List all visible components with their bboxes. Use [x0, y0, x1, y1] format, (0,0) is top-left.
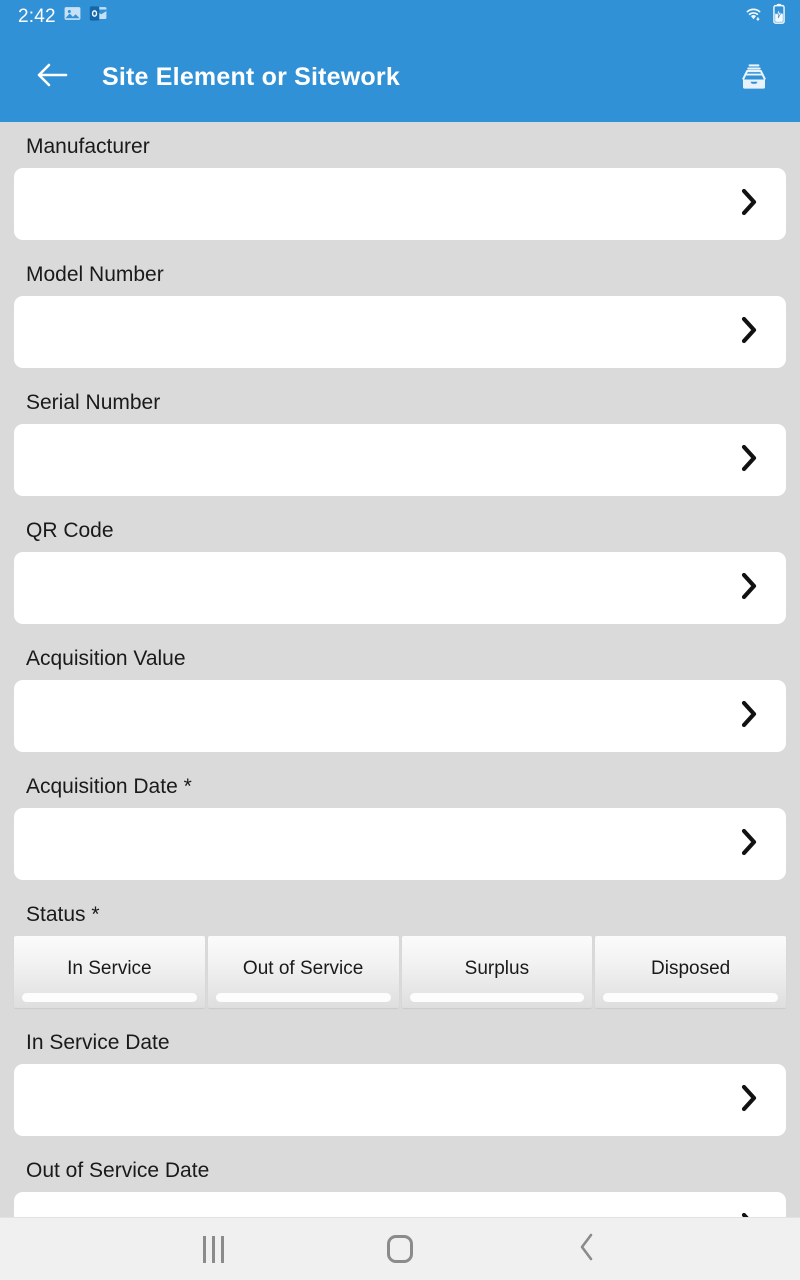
chevron-right-icon	[738, 826, 760, 863]
status-option-disposed[interactable]: Disposed	[595, 936, 786, 1009]
qr-code-input[interactable]	[14, 552, 786, 625]
acquisition-date-input[interactable]	[14, 808, 786, 881]
field-model-number: Model Number	[0, 263, 800, 369]
acquisition-value-input[interactable]	[14, 680, 786, 753]
status-bar-clock: 2:42	[18, 5, 56, 27]
status-option-label: Surplus	[464, 958, 530, 980]
wifi-icon	[743, 4, 764, 28]
app-bar: Site Element or Sitework	[0, 32, 800, 122]
field-qr-code: QR Code	[0, 519, 800, 625]
field-label: Out of Service Date	[26, 1159, 210, 1183]
gallery-icon	[63, 4, 82, 28]
back-button[interactable]	[552, 1226, 622, 1272]
serial-number-input[interactable]	[14, 424, 786, 497]
field-acquisition-date: Acquisition Date *	[0, 775, 800, 881]
chevron-right-icon	[738, 442, 760, 479]
field-label: Manufacturer	[26, 135, 150, 158]
field-in-service-date: In Service Date	[0, 1031, 800, 1137]
status-option-in-service[interactable]: In Service	[14, 936, 205, 1009]
recents-icon	[202, 1235, 224, 1263]
arrow-left-icon	[35, 60, 69, 95]
status-bar: 2:42	[0, 0, 800, 32]
archive-tray-icon	[735, 56, 773, 99]
status-option-label: Out of Service	[242, 958, 364, 980]
status-option-label: Disposed	[651, 958, 731, 980]
status-bar-left: 2:42	[18, 4, 108, 28]
page-title: Site Element or Sitework	[102, 62, 400, 91]
outlook-icon	[89, 4, 108, 28]
chevron-right-icon	[738, 314, 760, 351]
manufacturer-input[interactable]	[14, 168, 786, 241]
field-label: Serial Number	[26, 391, 161, 415]
recents-button[interactable]	[178, 1226, 248, 1272]
archive-tray-button[interactable]	[730, 53, 778, 101]
field-label: QR Code	[26, 519, 114, 543]
chevron-right-icon	[738, 698, 760, 735]
app-root: 2:42 Site Element or Sitework Manufactur…	[0, 0, 800, 1280]
field-out-of-service-date: Out of Service Date	[0, 1160, 800, 1217]
chevron-right-icon	[738, 1082, 760, 1119]
status-option-surplus[interactable]: Surplus	[401, 936, 593, 1009]
field-acquisition-value: Acquisition Value	[0, 647, 800, 753]
field-label: In Service Date	[26, 1031, 170, 1055]
field-label: Acquisition Date *	[26, 775, 192, 799]
field-status: Status * In Service Out of Service Surpl…	[0, 903, 800, 1009]
back-navigation-button[interactable]	[30, 55, 74, 99]
status-option-out-of-service[interactable]: Out of Service	[207, 936, 399, 1009]
status-segmented-control: In Service Out of Service Surplus Dispos…	[14, 936, 786, 1009]
in-service-date-input[interactable]	[14, 1064, 786, 1137]
form-scroll-area[interactable]: Manufacturer Model Number Serial Number	[0, 122, 800, 1217]
status-label: Status *	[26, 903, 100, 927]
status-bar-right	[743, 3, 786, 29]
battery-charging-icon	[772, 3, 786, 29]
android-navigation-bar	[0, 1217, 800, 1280]
field-manufacturer: Manufacturer	[0, 135, 800, 241]
field-label: Model Number	[26, 263, 164, 287]
out-of-service-date-input[interactable]	[14, 1192, 786, 1217]
chevron-right-icon	[738, 1210, 760, 1217]
field-label: Acquisition Value	[26, 647, 186, 671]
chevron-right-icon	[738, 186, 760, 223]
home-icon	[386, 1235, 413, 1263]
status-option-label: In Service	[67, 958, 152, 980]
home-button[interactable]	[365, 1226, 435, 1272]
field-serial-number: Serial Number	[0, 391, 800, 497]
chevron-left-icon	[576, 1231, 598, 1268]
chevron-right-icon	[738, 570, 760, 607]
model-number-input[interactable]	[14, 296, 786, 369]
